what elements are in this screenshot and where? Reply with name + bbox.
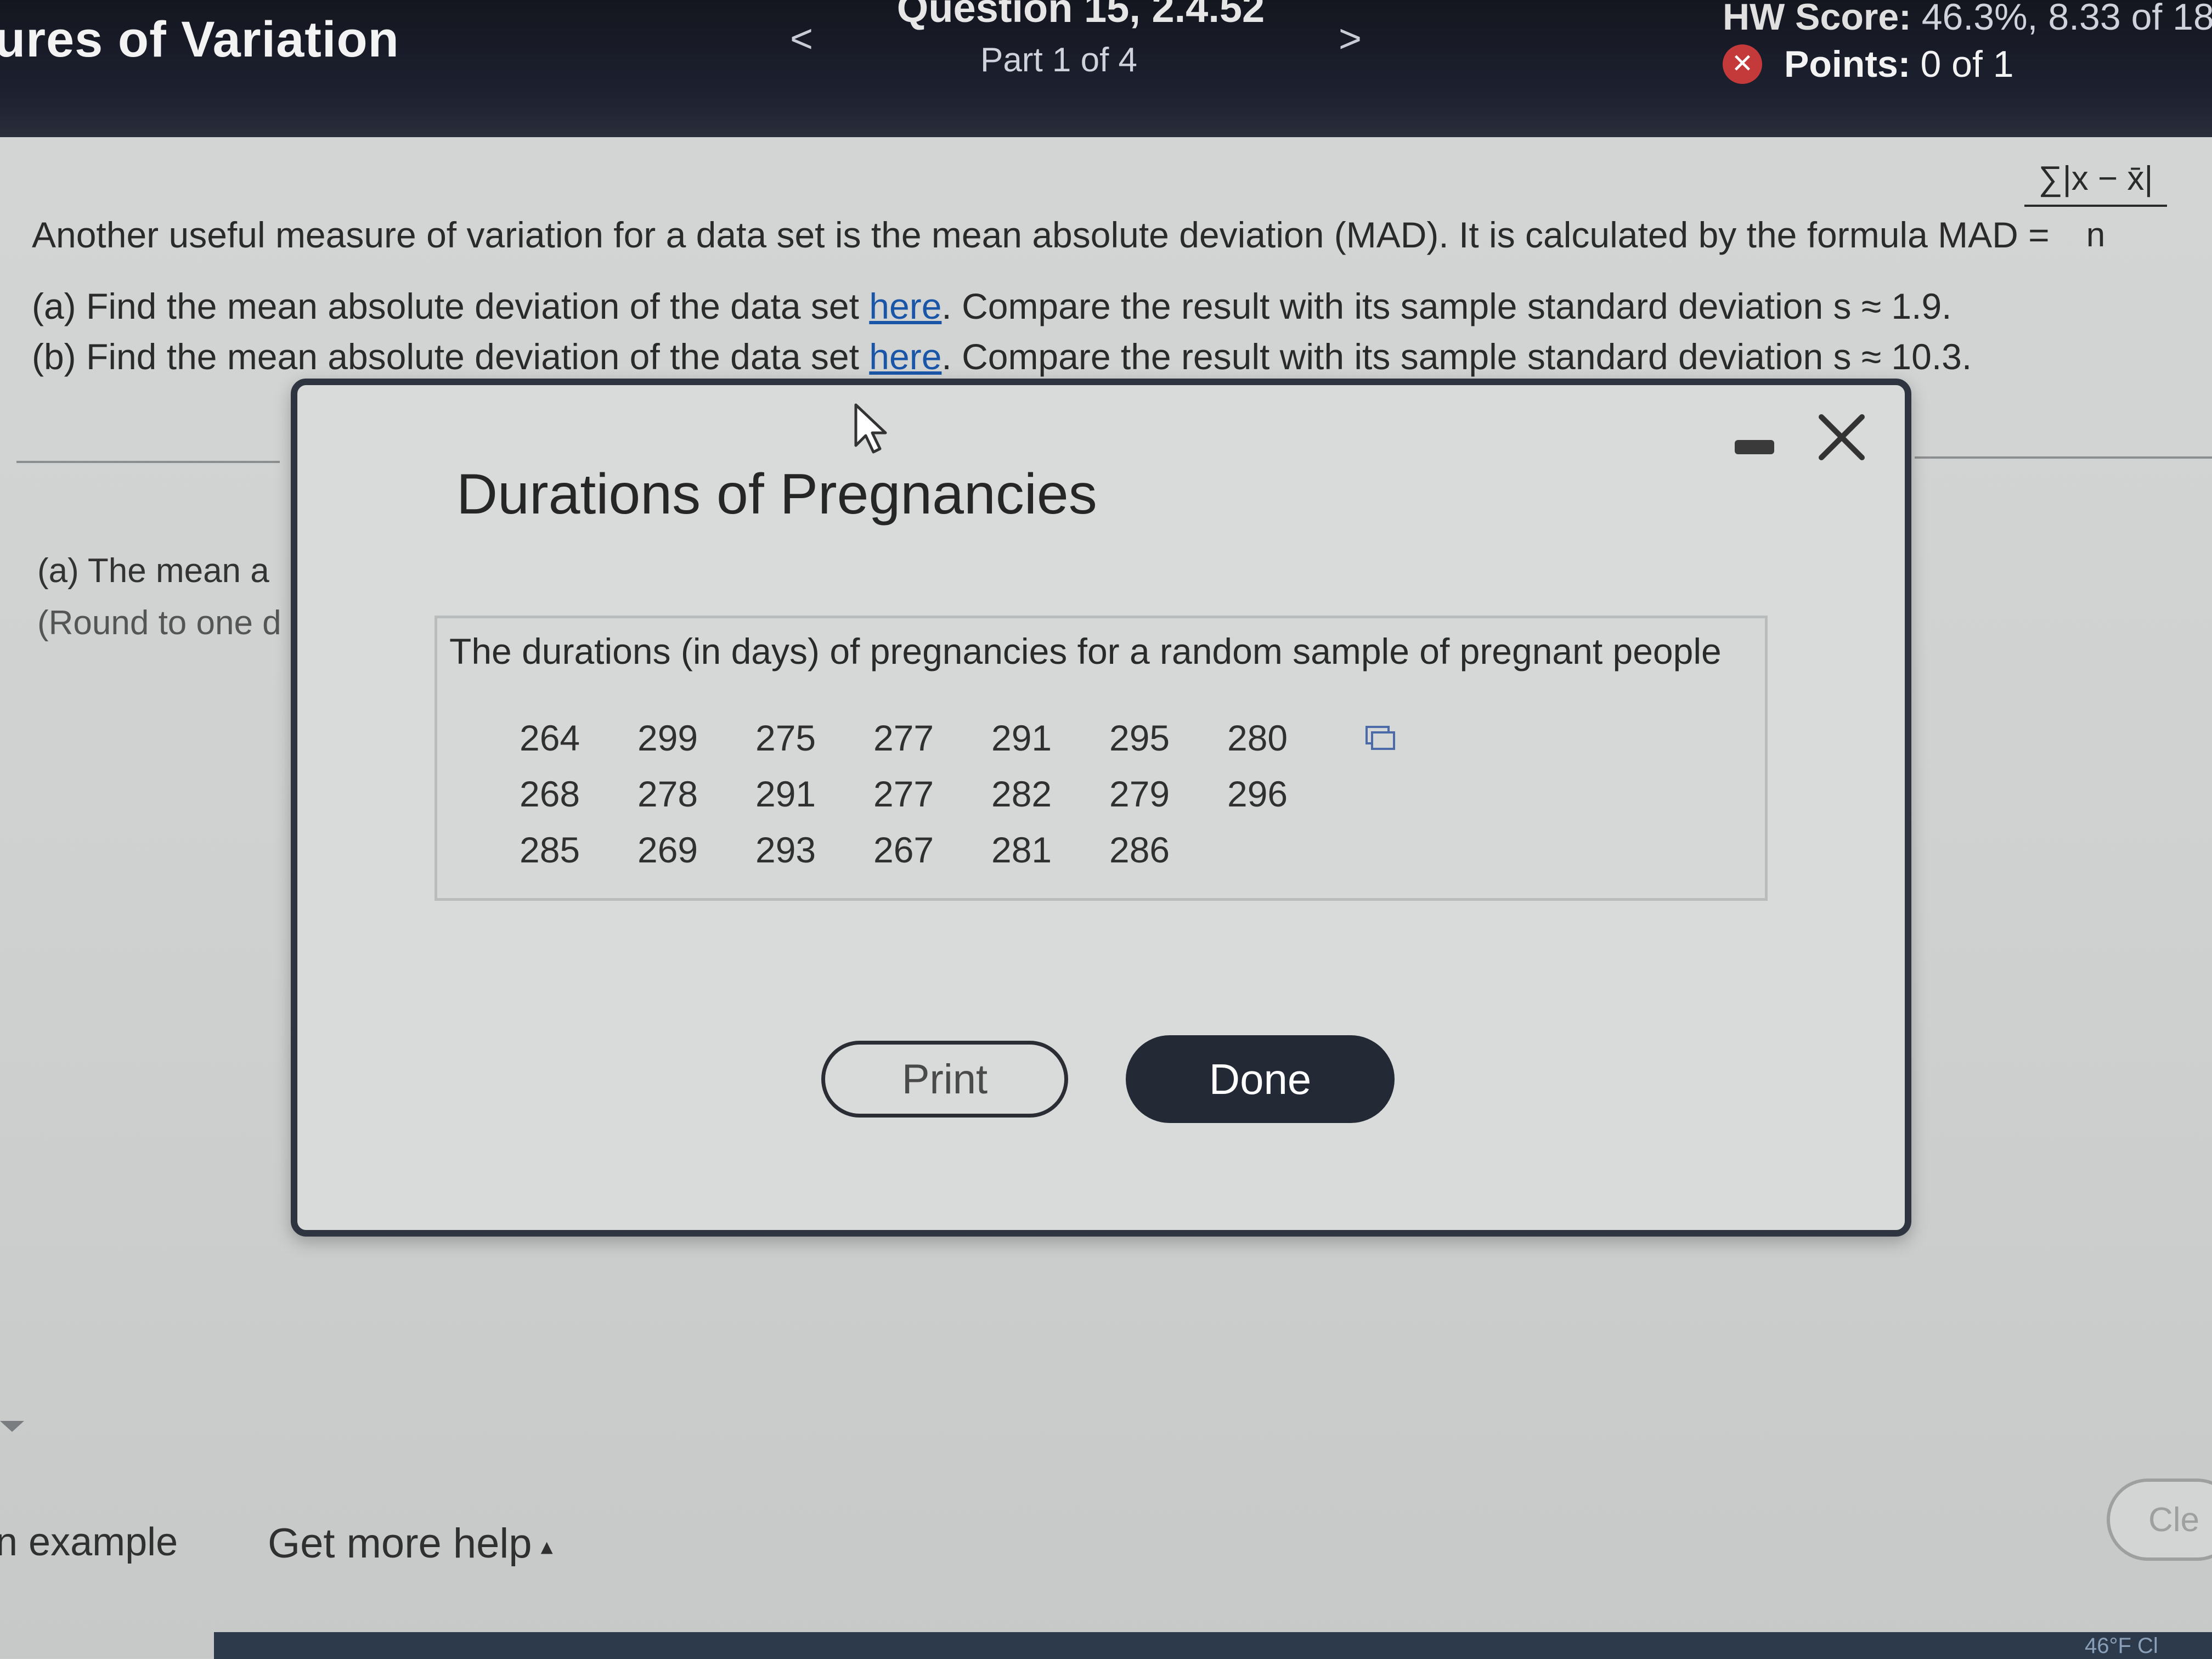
question-intro: Another useful measure of variation for … — [32, 215, 2050, 255]
points-value: 0 of 1 — [1920, 43, 2014, 85]
data-cell: 293 — [755, 830, 816, 870]
points-label: Points: — [1784, 43, 1911, 85]
data-cell: 291 — [755, 774, 816, 814]
data-cell: 291 — [991, 718, 1052, 758]
question-part: Part 1 of 4 — [980, 41, 1138, 79]
get-more-help-label: Get more help — [268, 1520, 532, 1567]
mad-formula: ∑|x − x̄| n — [2024, 159, 2167, 255]
data-cell: 285 — [520, 830, 580, 870]
question-title: Question 15, 2.4.52 — [896, 0, 1265, 31]
points: ✕ Points: 0 of 1 — [1723, 43, 2014, 86]
data-table: 264 299 275 277 291 295 280 268 278 291 … — [520, 717, 1345, 885]
print-button[interactable]: Print — [821, 1041, 1068, 1118]
x-circle-icon: ✕ — [1723, 44, 1762, 84]
data-set-b-link[interactable]: here — [869, 336, 941, 377]
data-cell: 268 — [520, 774, 580, 814]
taskbar — [214, 1632, 2212, 1659]
get-more-help-button[interactable]: Get more help ▴ — [268, 1520, 553, 1567]
part-a-suffix: . Compare the result with its sample sta… — [941, 286, 1952, 326]
data-cell: 277 — [873, 718, 934, 758]
answer-a-label: (a) The mean a — [37, 552, 269, 590]
data-set-dialog: Durations of Pregnancies The durations (… — [291, 379, 1911, 1237]
data-cell: 267 — [873, 830, 934, 870]
data-cell: 264 — [520, 718, 580, 758]
data-cell: 295 — [1109, 718, 1170, 758]
round-hint: (Round to one d — [37, 604, 281, 642]
hw-score-value: 46.3%, 8.33 of 18 — [1921, 0, 2212, 38]
section-title: ures of Variation — [0, 12, 399, 67]
copy-icon[interactable] — [1364, 723, 1397, 751]
data-caption: The durations (in days) of pregnancies f… — [449, 631, 1722, 672]
data-row: 285 269 293 267 281 286 — [520, 829, 1345, 885]
formula-denominator: n — [2086, 216, 2106, 254]
data-cell: 275 — [755, 718, 816, 758]
cursor-icon — [854, 403, 887, 454]
data-cell: 278 — [637, 774, 698, 814]
data-cell: 299 — [637, 718, 698, 758]
previous-question-button[interactable]: < — [790, 16, 813, 61]
data-set-a-link[interactable]: here — [869, 286, 941, 326]
divider — [16, 461, 280, 463]
data-cell: 277 — [873, 774, 934, 814]
close-icon[interactable] — [1812, 407, 1872, 467]
done-button[interactable]: Done — [1126, 1035, 1395, 1123]
view-example-link[interactable]: n example — [0, 1520, 178, 1565]
minimize-icon[interactable] — [1735, 440, 1774, 454]
part-a-text: (a) Find the mean absolute deviation of … — [32, 286, 870, 326]
formula-numerator: ∑|x − x̄| — [2024, 159, 2167, 207]
hw-score-label: HW Score: — [1723, 0, 1911, 38]
weather-readout: 46°F Cl — [2085, 1634, 2158, 1658]
data-cell: 281 — [991, 830, 1052, 870]
data-cell: 280 — [1227, 718, 1288, 758]
chevron-down-icon[interactable] — [0, 1421, 24, 1432]
data-row: 268 278 291 277 282 279 296 — [520, 773, 1345, 829]
part-b-suffix: . Compare the result with its sample sta… — [941, 336, 1972, 377]
question-part-b: (b) Find the mean absolute deviation of … — [32, 336, 1972, 377]
divider — [1915, 456, 2212, 459]
dialog-title: Durations of Pregnancies — [456, 462, 1097, 526]
header-bar: ures of Variation < Question 15, 2.4.52 … — [0, 0, 2212, 137]
question-part-a: (a) Find the mean absolute deviation of … — [32, 285, 1952, 327]
hw-score: HW Score: 46.3%, 8.33 of 18 — [1723, 0, 2212, 38]
data-cell: 282 — [991, 774, 1052, 814]
caret-up-icon: ▴ — [540, 1533, 553, 1560]
part-b-text: (b) Find the mean absolute deviation of … — [32, 336, 870, 377]
data-cell: 279 — [1109, 774, 1170, 814]
data-cell: 269 — [637, 830, 698, 870]
data-panel: The durations (in days) of pregnancies f… — [435, 616, 1768, 901]
clear-all-button[interactable]: Cle — [2107, 1479, 2212, 1561]
next-question-button[interactable]: > — [1339, 16, 1362, 61]
data-row: 264 299 275 277 291 295 280 — [520, 717, 1345, 773]
data-cell: 296 — [1227, 774, 1288, 814]
data-cell: 286 — [1109, 830, 1170, 870]
